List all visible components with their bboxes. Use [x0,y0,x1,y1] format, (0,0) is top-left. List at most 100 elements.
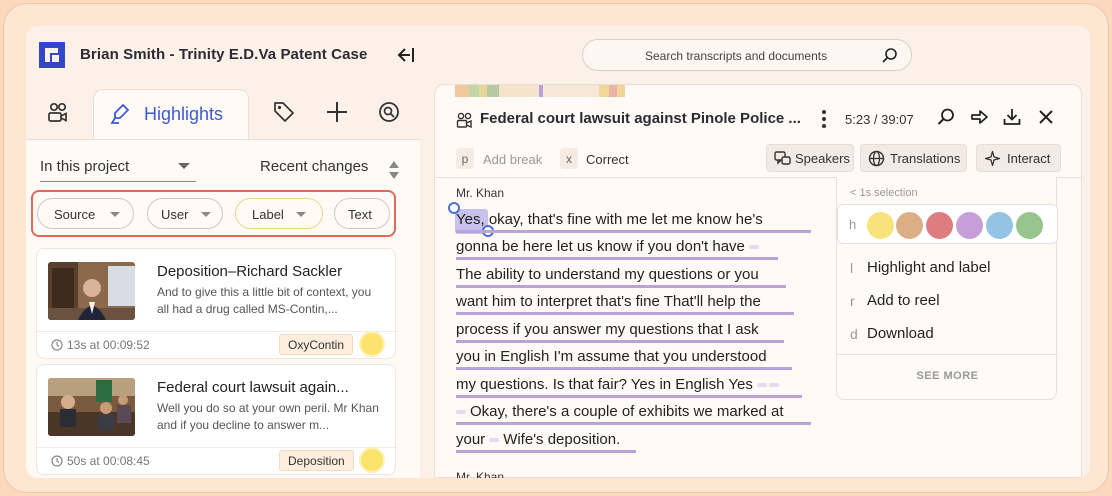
menu-shortcut-key: r [850,293,855,309]
more-options-icon[interactable] [820,108,828,130]
people-video-icon[interactable] [46,100,70,124]
filter-bar: Source User Label Text [31,190,396,237]
app-logo-icon[interactable] [39,42,65,68]
clock-icon [51,455,63,467]
label-tag[interactable]: OxyContin [279,334,354,355]
filter-user-label: User [161,207,189,222]
close-icon[interactable] [1036,107,1056,127]
speaker-name: Mr. Khan [456,186,505,200]
scope-select[interactable]: In this project [40,158,129,175]
transcript-line[interactable]: Yes, okay, that's fine with me let me kn… [456,211,811,233]
color-swatch-blue[interactable] [986,212,1013,239]
transcript-line[interactable]: Okay, there's a couple of exhibits we ma… [456,403,811,425]
highlight-color-dot [361,333,383,355]
color-swatch-purple[interactable] [956,212,983,239]
menu-item-label: Download [867,325,934,342]
interact-label: Interact [1007,151,1051,166]
tab-highlights[interactable]: Highlights [93,89,249,140]
sparkle-icon [984,150,1001,167]
see-more-button[interactable]: SEE MORE [837,370,1058,382]
case-title: Brian Smith - Trinity E.D.Va Patent Case [80,46,368,63]
menu-shortcut-key: l [850,260,854,276]
video-thumbnail [48,262,135,320]
color-swatch-yellow[interactable] [867,212,894,239]
highlight-card[interactable]: Federal court lawsuit again... Well you … [36,364,397,475]
playback-time: 5:23 / 39:07 [845,112,914,127]
transcript-line[interactable]: you in English I'm assume that you under… [456,348,792,370]
speakers-label: Speakers [795,151,850,166]
menu-item-label: Add to reel [867,292,940,309]
menu-divider [837,354,1058,355]
left-tab-bar: Highlights [26,84,420,140]
color-swatch-red[interactable] [926,212,953,239]
sort-arrows-icon[interactable] [388,158,400,182]
filter-label-chip[interactable]: Label [235,198,323,229]
transcript-line[interactable]: want him to interpret that's fine That'l… [456,293,794,315]
card-divider [37,331,397,332]
search-bar[interactable]: Search transcripts and documents [582,39,912,71]
download-icon[interactable] [1002,107,1022,127]
highlight-and-label-item[interactable]: l Highlight and label [837,255,1058,283]
menu-shortcut-key: d [850,326,858,342]
card-title: Federal court lawsuit again... [157,379,349,396]
color-swatch-tan[interactable] [896,212,923,239]
tag-icon[interactable] [272,100,296,124]
color-shortcut-key: h [849,217,857,232]
filter-source-chip[interactable]: Source [37,198,134,229]
pause-marker [748,245,759,250]
pause-marker [456,410,466,415]
people-video-icon [456,112,472,129]
label-tag[interactable]: Deposition [279,450,354,471]
add-break-shortcut-key: p [456,148,474,169]
add-to-reel-item[interactable]: r Add to reel [837,288,1058,316]
transcript-line[interactable]: process if you answer my questions that … [456,321,784,343]
globe-icon [868,150,885,167]
collapse-sidebar-icon[interactable] [395,44,417,66]
card-title: Deposition–Richard Sackler [157,263,343,280]
timeline-strip [455,85,625,97]
selection-menu: < 1s selection h l Highlight and label r… [836,177,1058,400]
filter-text-label: Text [348,207,372,222]
sort-select[interactable]: Recent changes [260,158,368,175]
transcript-line-text: your [456,431,486,448]
card-excerpt: Well you do so at your own peril. Mr Kha… [157,401,379,432]
card-timestamp: 50s at 00:08:45 [67,454,150,468]
menu-item-label: Highlight and label [867,259,991,276]
card-excerpt: And to give this a little bit of context… [157,285,372,316]
transcript-line-text: gonna be here let us know if you don't h… [456,238,745,255]
video-thumbnail [48,378,135,436]
transcript-line-text: my questions. Is that fair? Yes in Engli… [456,376,753,393]
filter-user-chip[interactable]: User [147,198,223,229]
selection-duration: < 1s selection [850,187,918,199]
search-input[interactable]: Search transcripts and documents [645,49,827,63]
crosshair-plus-icon[interactable] [325,100,349,124]
correct-button[interactable]: Correct [586,152,629,167]
transcript-line[interactable]: your Wife's deposition. [456,431,636,453]
highlight-card[interactable]: Deposition–Richard Sackler And to give t… [36,248,397,359]
magnify-circle-icon[interactable] [377,100,401,124]
download-item[interactable]: d Download [837,321,1058,349]
correct-shortcut-key: x [560,148,578,169]
add-break-button[interactable]: Add break [483,152,542,167]
filter-text-chip[interactable]: Text [334,198,390,229]
highlighter-icon [110,103,130,124]
transcript-line[interactable]: my questions. Is that fair? Yes in Engli… [456,376,802,398]
search-icon[interactable] [881,47,899,65]
color-swatch-green[interactable] [1016,212,1043,239]
transcript-line-text: want him to interpret that's fine That'l… [456,293,761,310]
speakers-button[interactable]: Speakers [766,144,854,172]
transcript-line[interactable]: gonna be here let us know if you don't h… [456,238,778,260]
transcript-line-text: you in English I'm assume that you under… [456,348,767,365]
search-icon[interactable] [936,107,956,127]
filter-source-label: Source [54,207,96,222]
selected-word[interactable]: Yes [456,211,480,228]
transcript-line[interactable]: The ability to understand my questions o… [456,266,786,288]
share-forward-icon[interactable] [970,107,990,127]
translations-button[interactable]: Translations [860,144,967,172]
translations-label: Translations [890,151,961,166]
top-bar: Brian Smith - Trinity E.D.Va Patent Case… [26,26,1090,82]
interact-button[interactable]: Interact [976,144,1061,172]
app-window: Brian Smith - Trinity E.D.Va Patent Case… [26,26,1090,478]
chevron-down-icon[interactable] [178,163,190,169]
pause-marker [489,438,500,443]
